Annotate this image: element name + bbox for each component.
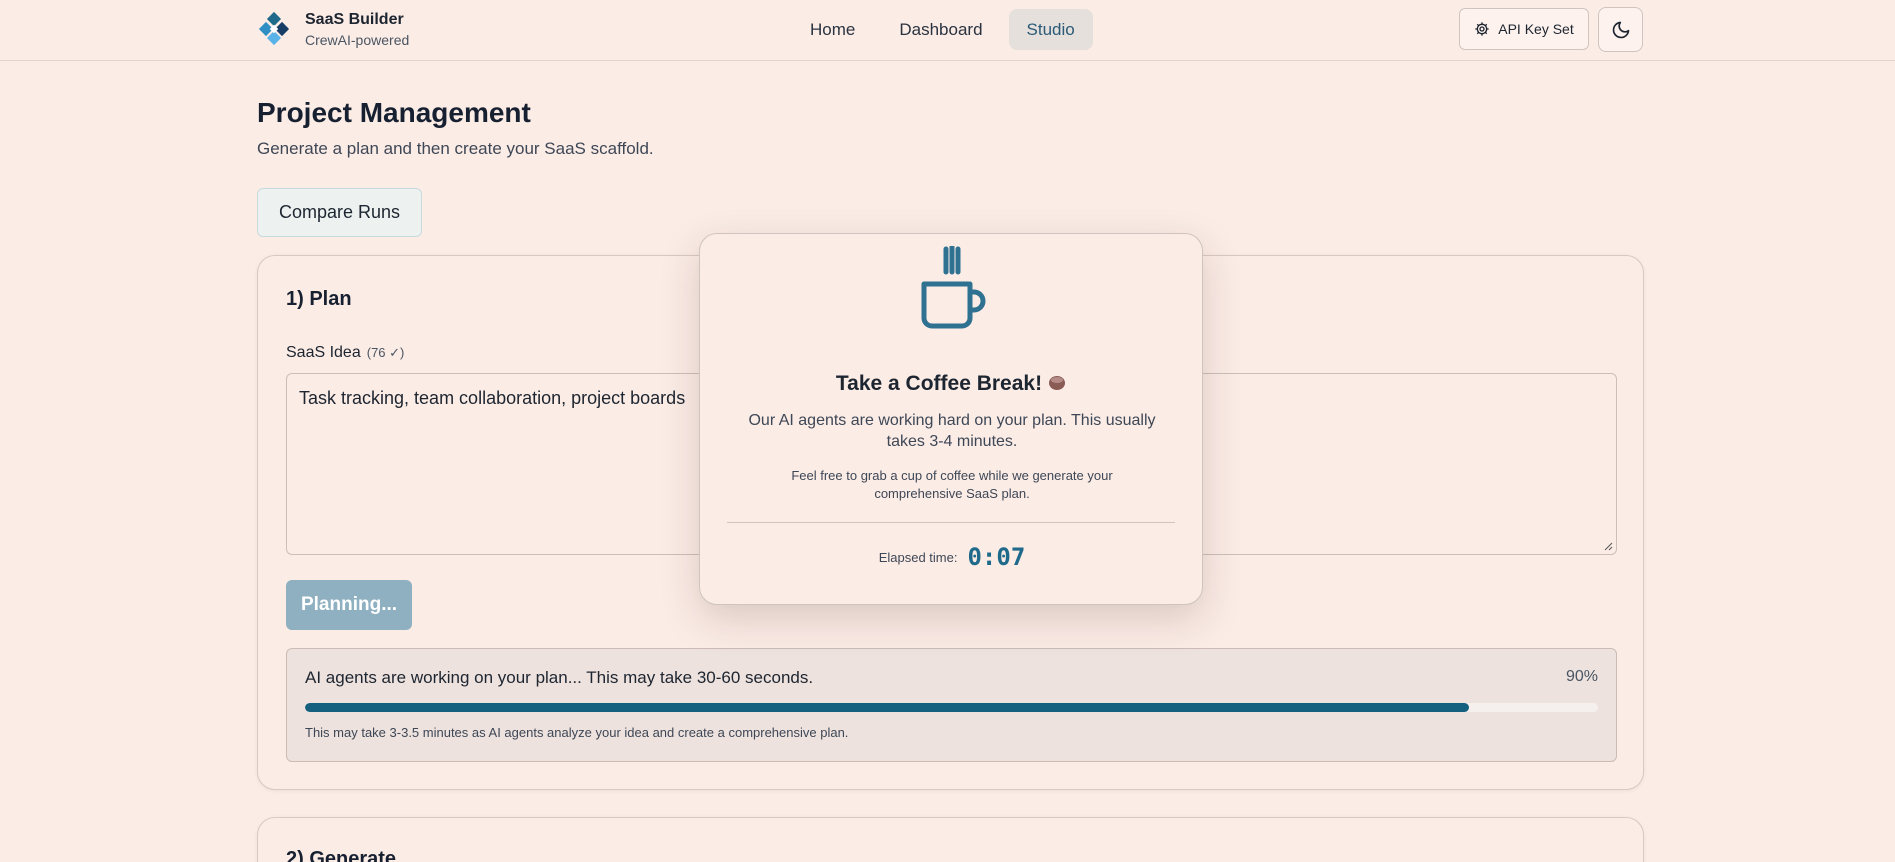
page-title: Project Management xyxy=(257,97,531,128)
progress-percent: 90% xyxy=(1565,668,1598,685)
compare-runs-button[interactable]: Compare Runs xyxy=(257,188,422,237)
planning-button[interactable]: Planning... xyxy=(286,580,412,630)
resize-handle-icon[interactable] xyxy=(1603,541,1613,551)
api-key-label: API Key Set xyxy=(1498,21,1574,37)
generate-card: 2) Generate xyxy=(257,817,1644,862)
nav-dashboard[interactable]: Dashboard xyxy=(881,9,1000,50)
coffee-emoji-icon xyxy=(1049,376,1066,390)
saas-idea-value: Task tracking, team collaboration, proje… xyxy=(299,388,686,408)
app-name: SaaS Builder xyxy=(305,11,404,28)
nav-home[interactable]: Home xyxy=(792,9,873,50)
planning-progress-panel: AI agents are working on your plan... Th… xyxy=(286,648,1617,762)
coffee-break-modal: Take a Coffee Break! Our AI agents are w… xyxy=(699,233,1203,605)
elapsed-time-value: 0:07 xyxy=(967,543,1026,571)
nav-studio[interactable]: Studio xyxy=(1008,9,1093,50)
idea-character-count: (76 ✓) xyxy=(366,345,405,360)
moon-icon xyxy=(1612,21,1629,38)
coffee-cup-icon xyxy=(921,246,986,329)
modal-title-text: Take a Coffee Break! xyxy=(835,372,1043,395)
progress-note: This may take 3-3.5 minutes as AI agents… xyxy=(305,725,849,740)
plan-section-title: 1) Plan xyxy=(286,288,352,310)
saas-idea-label-text: SaaS Idea xyxy=(286,344,361,361)
brand[interactable]: SaaS Builder CrewAI-powered xyxy=(257,10,409,50)
progress-status-text: AI agents are working on your plan... Th… xyxy=(305,668,814,687)
saas-idea-label: SaaS Idea (76 ✓) xyxy=(286,344,404,362)
app-logo-icon xyxy=(258,11,290,46)
elapsed-timer: Elapsed time: 0:07 xyxy=(700,543,1204,571)
api-key-button[interactable]: API Key Set xyxy=(1459,8,1589,50)
elapsed-time-label: Elapsed time: xyxy=(878,549,958,565)
modal-divider xyxy=(727,522,1175,523)
main-nav: Home Dashboard Studio xyxy=(792,9,1093,50)
progress-bar-fill xyxy=(305,703,1469,712)
generate-section-title: 2) Generate xyxy=(286,848,397,862)
app-tagline: CrewAI-powered xyxy=(305,32,410,48)
top-navigation-bar: SaaS Builder CrewAI-powered Home Dashboa… xyxy=(0,0,1895,61)
gear-icon xyxy=(1475,22,1489,36)
page-subtitle: Generate a plan and then create your Saa… xyxy=(257,139,654,158)
theme-toggle-button[interactable] xyxy=(1598,7,1643,52)
modal-title: Take a Coffee Break! xyxy=(700,372,1204,396)
modal-body-text: Our AI agents are working hard on your p… xyxy=(748,412,1156,450)
modal-note-text: Feel free to grab a cup of coffee while … xyxy=(791,468,1113,501)
progress-bar xyxy=(305,703,1598,712)
